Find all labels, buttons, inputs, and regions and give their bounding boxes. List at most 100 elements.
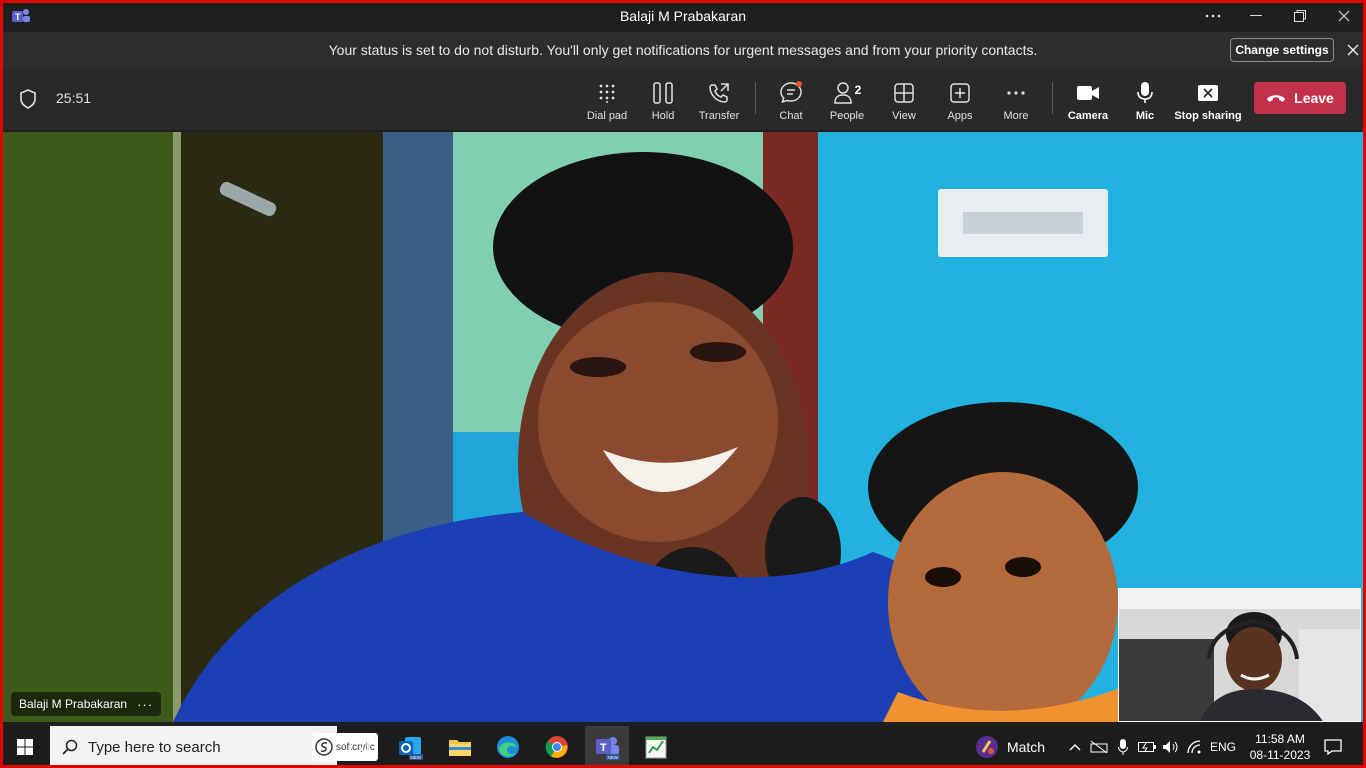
system-clock[interactable]: 11:58 AM 08-11-2023 <box>1240 731 1320 763</box>
widgets-button[interactable]: Match <box>968 726 1052 768</box>
notepad-taskbar-icon[interactable] <box>636 726 676 768</box>
dial-pad-icon <box>599 84 615 103</box>
view-label: View <box>892 110 916 122</box>
outlook-taskbar-icon[interactable]: NEW <box>390 726 430 768</box>
chevron-up-icon <box>1069 744 1081 751</box>
microphone-icon <box>1137 82 1153 103</box>
self-video-feed <box>1119 589 1360 721</box>
chrome-taskbar-icon[interactable] <box>537 726 577 768</box>
camera-button[interactable]: Camera <box>1066 68 1110 130</box>
people-label: People <box>829 110 865 122</box>
transfer-button[interactable]: Transfer <box>697 68 741 130</box>
mic-button[interactable]: Mic <box>1123 68 1167 130</box>
video-camera-icon <box>1077 86 1099 100</box>
notifications-button[interactable] <box>1318 726 1348 768</box>
restore-icon <box>1294 10 1306 22</box>
leave-label: Leave <box>1294 90 1334 106</box>
notification-center-icon <box>1324 739 1342 755</box>
toolbar-divider <box>755 82 756 114</box>
cricket-match-icon <box>975 736 998 758</box>
task-view-icon <box>350 739 370 755</box>
mic-label: Mic <box>1135 110 1155 122</box>
minimize-button[interactable] <box>1234 0 1278 32</box>
volume-tray[interactable] <box>1160 726 1182 768</box>
chat-label: Chat <box>779 110 803 122</box>
speaker-icon <box>1163 741 1178 753</box>
hang-up-icon <box>1267 95 1286 102</box>
phone-transfer-icon <box>709 83 729 103</box>
participant-name-tag[interactable]: Balaji M Prabakaran ··· <box>11 692 162 716</box>
dial-pad-label: Dial pad <box>586 110 628 122</box>
outlook-icon: NEW <box>399 737 423 760</box>
clock-time: 11:58 AM <box>1255 732 1305 746</box>
taskbar-search-box[interactable]: Type here to search softcrylic <box>50 726 378 768</box>
toolbar-divider <box>1052 82 1053 114</box>
window-title: Balaji M Prabakaran <box>619 8 747 24</box>
pause-icon <box>653 82 673 104</box>
dismiss-notification-button[interactable] <box>1343 40 1363 60</box>
window-more-button[interactable] <box>1191 0 1235 32</box>
windows-taskbar: Type here to search softcrylic NEW T NEW… <box>0 726 1366 768</box>
battery-tray[interactable] <box>1136 726 1158 768</box>
camera-label: Camera <box>1067 110 1109 122</box>
stop-sharing-button[interactable]: Stop sharing <box>1174 68 1242 130</box>
clock-date: 08-11-2023 <box>1249 748 1311 762</box>
participant-more-options[interactable]: ··· <box>137 697 153 712</box>
people-count-badge: 2 <box>854 83 862 97</box>
view-button[interactable]: View <box>882 68 926 130</box>
wifi-tray[interactable] <box>1184 726 1206 768</box>
hold-label: Hold <box>651 110 675 122</box>
stop-sharing-label: Stop sharing <box>1174 110 1242 122</box>
apps-button[interactable]: Apps <box>938 68 982 130</box>
close-icon <box>1338 10 1350 22</box>
language-label: ENG <box>1209 740 1236 754</box>
svg-text:NEW: NEW <box>608 755 619 760</box>
participant-name: Balaji M Prabakaran <box>19 697 128 711</box>
softcrylic-logo-icon <box>315 738 333 756</box>
input-language-indicator[interactable]: ENG <box>1208 726 1238 768</box>
restore-button[interactable] <box>1278 0 1322 32</box>
network-status-tray[interactable] <box>1088 726 1110 768</box>
show-hidden-icons-button[interactable] <box>1064 726 1086 768</box>
leave-button[interactable]: Leave <box>1254 82 1346 114</box>
change-settings-button[interactable]: Change settings <box>1230 38 1334 62</box>
edge-taskbar-icon[interactable] <box>488 726 528 768</box>
more-label: More <box>1003 110 1029 122</box>
people-icon <box>833 82 852 104</box>
stop-share-icon <box>1198 85 1218 101</box>
teams-taskbar-icon[interactable]: T NEW <box>585 726 629 768</box>
dial-pad-button[interactable]: Dial pad <box>585 68 629 130</box>
chrome-browser-icon <box>545 736 568 758</box>
more-button[interactable]: More <box>994 68 1038 130</box>
chat-button[interactable]: Chat <box>769 68 813 130</box>
battery-charging-icon <box>1138 742 1156 752</box>
svg-text:NEW: NEW <box>411 755 422 760</box>
search-icon <box>62 739 78 755</box>
windows-logo-icon <box>17 739 33 755</box>
search-placeholder: Type here to search <box>88 738 221 756</box>
transfer-label: Transfer <box>698 110 740 122</box>
svg-text:T: T <box>600 742 607 754</box>
people-button[interactable]: 2 People <box>825 68 869 130</box>
grid-view-icon <box>894 83 914 103</box>
shield-icon[interactable] <box>19 89 37 109</box>
ellipsis-icon <box>1205 14 1221 18</box>
call-duration: 25:51 <box>56 90 92 106</box>
close-window-button[interactable] <box>1322 0 1366 32</box>
task-view-button[interactable] <box>340 726 380 768</box>
disconnected-drive-icon <box>1090 740 1108 754</box>
teams-icon: T NEW <box>596 737 620 760</box>
chat-icon <box>780 81 802 104</box>
add-apps-icon <box>950 83 970 103</box>
minimize-icon <box>1250 15 1262 16</box>
self-video-preview[interactable] <box>1118 588 1361 722</box>
title-bar: T Balaji M Prabakaran <box>0 0 1366 32</box>
widgets-label: Match <box>1006 739 1046 755</box>
wifi-icon <box>1187 740 1201 754</box>
notepad-chart-icon <box>645 736 667 759</box>
microphone-tray[interactable] <box>1112 726 1134 768</box>
start-button[interactable] <box>4 726 46 768</box>
ellipsis-icon <box>1007 91 1025 95</box>
hold-button[interactable]: Hold <box>641 68 685 130</box>
file-explorer-taskbar-icon[interactable] <box>440 726 480 768</box>
